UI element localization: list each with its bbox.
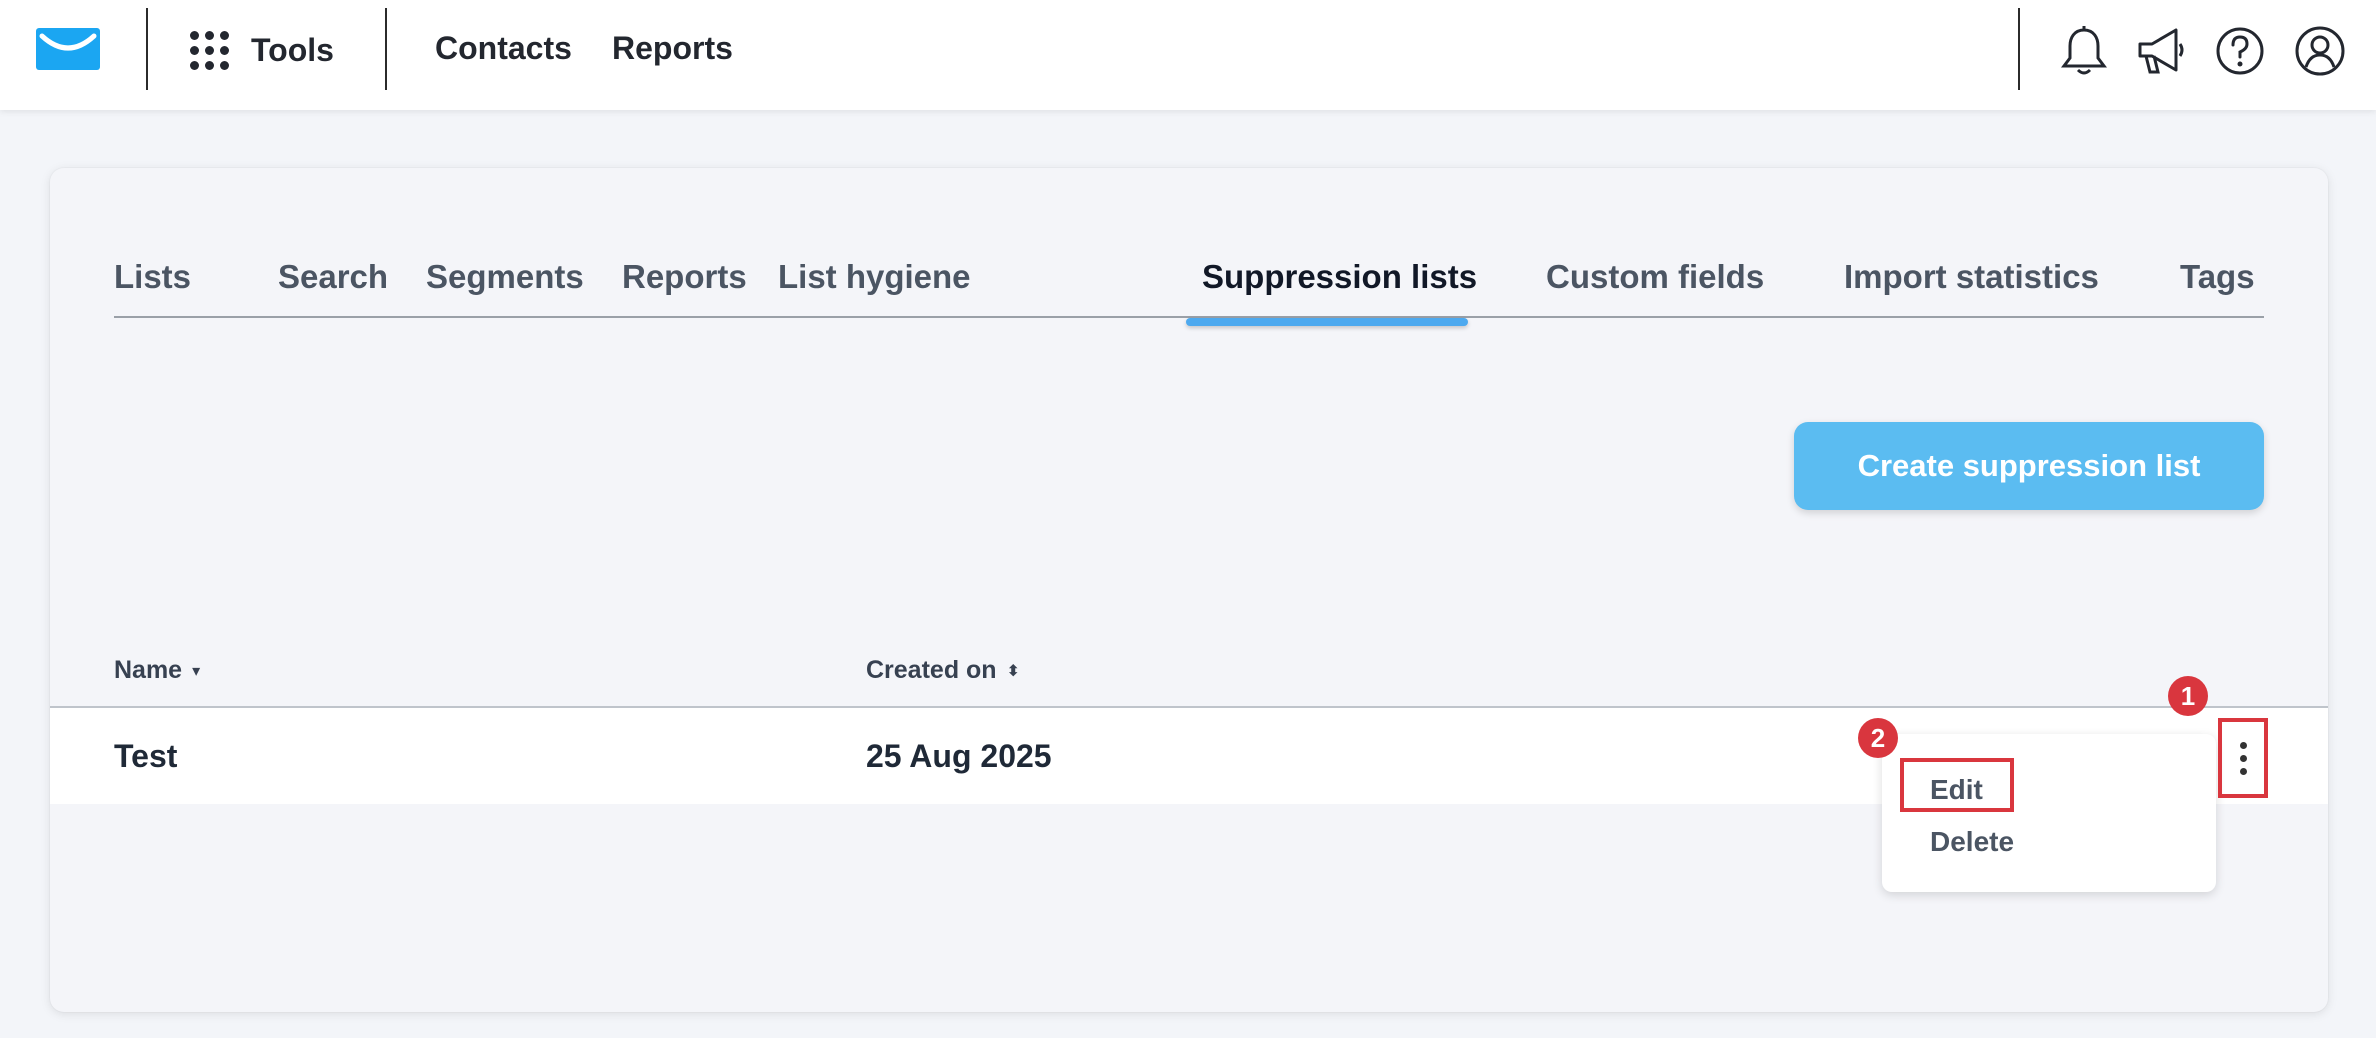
nav-contacts[interactable]: Contacts xyxy=(435,30,572,67)
column-header-created-on-label: Created on xyxy=(866,656,997,684)
kebab-dot xyxy=(2239,741,2247,749)
bell-icon[interactable] xyxy=(2058,24,2110,78)
apps-grid-icon xyxy=(190,30,229,70)
megaphone-icon[interactable] xyxy=(2134,24,2186,78)
column-header-created-on[interactable]: Created on ⬍ xyxy=(866,656,1020,685)
row-actions-kebab-button[interactable] xyxy=(2218,718,2268,798)
logo-envelope-icon[interactable] xyxy=(36,28,100,70)
column-header-name[interactable]: Name ▾ xyxy=(114,656,200,685)
user-icon[interactable] xyxy=(2294,24,2346,78)
row-name: Test xyxy=(114,738,178,774)
kebab-dot xyxy=(2239,767,2247,775)
suppression-lists-card: Lists Search Segments Reports List hygie… xyxy=(50,168,2328,1012)
create-suppression-list-button[interactable]: Create suppression list xyxy=(1794,422,2264,510)
help-icon[interactable] xyxy=(2214,24,2266,78)
tools-menu[interactable]: Tools xyxy=(190,28,334,72)
active-tab-indicator xyxy=(1186,318,1468,326)
top-navigation-bar: Tools Contacts Reports xyxy=(0,0,2376,110)
tab-lists[interactable]: Lists xyxy=(114,258,191,296)
tab-suppression-lists[interactable]: Suppression lists xyxy=(1202,258,1477,296)
tab-reports[interactable]: Reports xyxy=(622,258,747,296)
nav-divider xyxy=(2018,8,2020,90)
row-created-on: 25 Aug 2025 xyxy=(866,738,1052,774)
tab-import-statistics[interactable]: Import statistics xyxy=(1844,258,2099,296)
tools-label: Tools xyxy=(251,31,334,68)
column-header-name-label: Name xyxy=(114,656,183,684)
sort-toggle-icon: ⬍ xyxy=(1006,662,1020,680)
tab-bar: Lists Search Segments Reports List hygie… xyxy=(114,258,2264,318)
nav-divider xyxy=(146,8,148,90)
nav-divider xyxy=(385,8,387,90)
tab-custom-fields[interactable]: Custom fields xyxy=(1546,258,1764,296)
menu-item-delete[interactable]: Delete xyxy=(1930,826,2014,858)
tab-tags[interactable]: Tags xyxy=(2180,258,2255,296)
step-badge-2: 2 xyxy=(1858,718,1898,758)
kebab-dot xyxy=(2239,754,2247,762)
sort-down-icon: ▾ xyxy=(192,662,201,680)
step-badge-1: 1 xyxy=(2168,676,2208,716)
highlight-box-edit xyxy=(1900,758,2014,812)
tab-search[interactable]: Search xyxy=(278,258,388,296)
tab-segments[interactable]: Segments xyxy=(426,258,584,296)
tab-list-hygiene[interactable]: List hygiene xyxy=(778,258,971,296)
nav-reports[interactable]: Reports xyxy=(612,30,733,67)
